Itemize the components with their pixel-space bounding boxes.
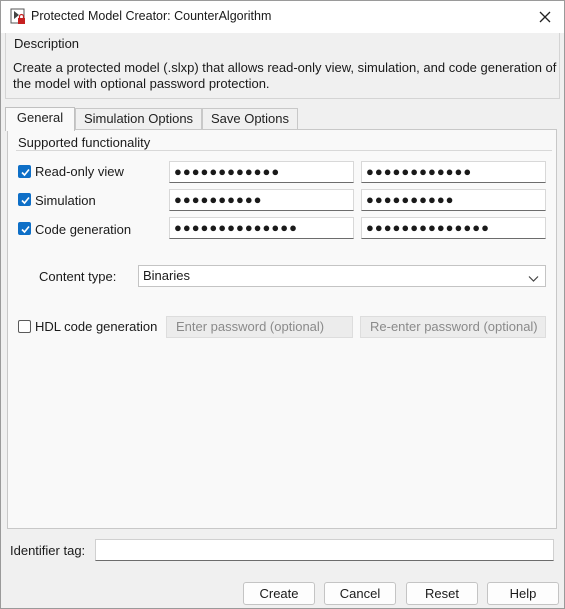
checkmark-icon — [21, 196, 30, 205]
content-type-label: Content type: — [39, 269, 117, 284]
content-type-value: Binaries — [143, 268, 190, 283]
code-generation-password-field[interactable]: ●●●●●●●●●●●●●● — [169, 217, 354, 239]
hdl-code-generation-label: HDL code generation — [35, 319, 158, 334]
description-text: Create a protected model (.slxp) that al… — [13, 60, 557, 91]
protected-model-creator-dialog: Protected Model Creator: CounterAlgorith… — [0, 0, 565, 609]
close-icon — [539, 11, 551, 23]
identifier-tag-label: Identifier tag: — [10, 543, 86, 558]
tab-simulation-options[interactable]: Simulation Options — [75, 108, 202, 130]
general-tab-panel: Supported functionality Read-only view ●… — [7, 129, 557, 529]
help-button[interactable]: Help — [487, 582, 559, 605]
checkmark-icon — [21, 168, 30, 177]
content-type-dropdown[interactable]: Binaries — [138, 265, 546, 287]
simulation-label: Simulation — [35, 193, 96, 208]
checkmark-icon — [21, 225, 30, 234]
supported-functionality-label: Supported functionality — [18, 135, 151, 150]
code-generation-confirm-field[interactable]: ●●●●●●●●●●●●●● — [361, 217, 546, 239]
close-button[interactable] — [534, 6, 556, 28]
window-title: Protected Model Creator: CounterAlgorith… — [31, 9, 272, 23]
description-header: Description — [14, 36, 80, 51]
hdl-password-field[interactable]: Enter password (optional) — [166, 316, 353, 338]
tab-save-options[interactable]: Save Options — [202, 108, 298, 130]
protected-model-icon — [10, 8, 26, 25]
cancel-button[interactable]: Cancel — [324, 582, 396, 605]
hdl-code-generation-checkbox[interactable] — [18, 320, 31, 333]
tab-general[interactable]: General — [5, 107, 75, 131]
code-generation-checkbox[interactable] — [18, 222, 31, 235]
separator — [16, 150, 552, 151]
chevron-down-icon — [528, 270, 539, 290]
read-only-view-password-field[interactable]: ●●●●●●●●●●●● — [169, 161, 354, 183]
read-only-view-label: Read-only view — [35, 164, 124, 179]
simulation-password-field[interactable]: ●●●●●●●●●● — [169, 189, 354, 211]
title-bar: Protected Model Creator: CounterAlgorith… — [1, 1, 564, 33]
read-only-view-confirm-field[interactable]: ●●●●●●●●●●●● — [361, 161, 546, 183]
identifier-tag-input[interactable] — [95, 539, 554, 561]
simulation-checkbox[interactable] — [18, 193, 31, 206]
reset-button[interactable]: Reset — [406, 582, 478, 605]
description-group: Description Create a protected model (.s… — [5, 33, 560, 99]
hdl-confirm-field[interactable]: Re-enter password (optional) — [360, 316, 546, 338]
code-generation-label: Code generation — [35, 222, 132, 237]
read-only-view-checkbox[interactable] — [18, 165, 31, 178]
simulation-confirm-field[interactable]: ●●●●●●●●●● — [361, 189, 546, 211]
create-button[interactable]: Create — [243, 582, 315, 605]
